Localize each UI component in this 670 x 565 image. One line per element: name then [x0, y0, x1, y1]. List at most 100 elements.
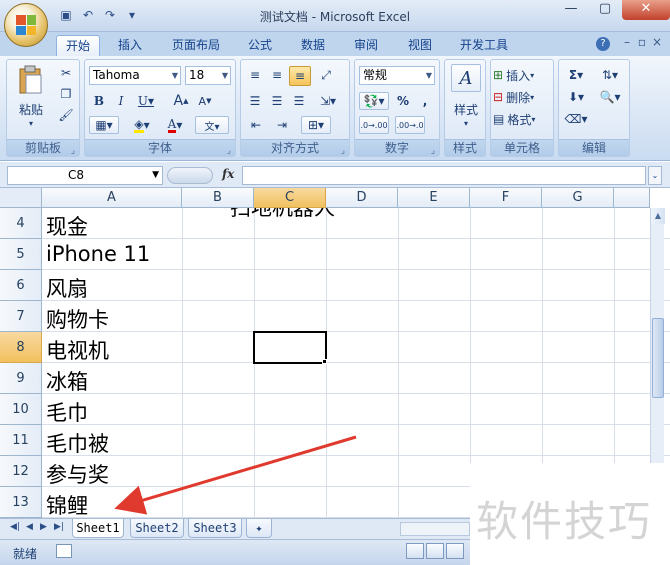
- font-name-combo[interactable]: Tahoma ▼: [89, 66, 181, 85]
- row-header-7[interactable]: 7: [0, 301, 42, 332]
- maximize-button[interactable]: ▢: [588, 0, 622, 20]
- column-header-h-partial[interactable]: [614, 188, 650, 208]
- tab-review[interactable]: 审阅: [348, 35, 384, 56]
- fill-handle[interactable]: [322, 359, 327, 364]
- cut-icon[interactable]: ✂: [57, 64, 75, 82]
- styles-dropdown-icon[interactable]: ▾: [459, 118, 473, 128]
- comma-icon[interactable]: ,: [415, 92, 435, 110]
- align-bottom-icon[interactable]: ≡: [289, 66, 311, 86]
- row-header-9[interactable]: 9: [0, 363, 42, 394]
- cell-a12[interactable]: 参与奖: [46, 459, 109, 489]
- sheet-tab-sheet3[interactable]: Sheet3: [188, 519, 242, 538]
- column-header-a[interactable]: A: [42, 188, 182, 208]
- ribbon-restore-icon[interactable]: ▫: [638, 35, 646, 49]
- sheet-tab-sheet1[interactable]: Sheet1: [72, 519, 124, 538]
- tab-page-layout[interactable]: 页面布局: [166, 35, 226, 56]
- select-all-button[interactable]: [0, 188, 42, 208]
- page-break-view-icon[interactable]: [446, 543, 464, 559]
- row-header-4[interactable]: 4: [0, 208, 42, 239]
- close-button[interactable]: ✕: [622, 0, 670, 20]
- row-header-12[interactable]: 12: [0, 456, 42, 487]
- clear-icon[interactable]: ⌫▾: [563, 110, 589, 128]
- row-header-6[interactable]: 6: [0, 270, 42, 301]
- copy-icon[interactable]: ❐: [57, 85, 75, 103]
- orientation-icon[interactable]: ⤢: [315, 66, 337, 84]
- first-sheet-icon[interactable]: ◀|: [10, 522, 20, 532]
- italic-icon[interactable]: I: [113, 92, 129, 110]
- tab-formulas[interactable]: 公式: [242, 35, 278, 56]
- insert-sheet-icon[interactable]: ✦: [246, 519, 272, 538]
- styles-icon[interactable]: A: [451, 64, 481, 92]
- bold-icon[interactable]: B: [91, 92, 107, 110]
- cell-a6[interactable]: 风扇: [46, 273, 88, 303]
- increase-decimal-icon[interactable]: .0→.00: [359, 116, 389, 134]
- minimize-button[interactable]: —: [554, 0, 588, 20]
- paste-icon[interactable]: [15, 64, 47, 96]
- row-header-10[interactable]: 10: [0, 394, 42, 425]
- scroll-up-icon[interactable]: ▲: [651, 208, 665, 224]
- sheet-tab-sheet2[interactable]: Sheet2: [130, 519, 184, 538]
- increase-indent-icon[interactable]: ⇥: [271, 116, 293, 134]
- help-icon[interactable]: ?: [596, 37, 610, 51]
- insert-function-icon[interactable]: fx: [222, 167, 234, 181]
- column-header-g[interactable]: G: [542, 188, 614, 208]
- number-format-combo[interactable]: 常规 ▼: [359, 66, 435, 85]
- align-center-icon[interactable]: ☰: [267, 92, 287, 110]
- tab-data[interactable]: 数据: [295, 35, 331, 56]
- font-size-combo[interactable]: 18 ▼: [185, 66, 231, 85]
- percent-icon[interactable]: %: [393, 92, 413, 110]
- tab-insert[interactable]: 插入: [110, 35, 150, 56]
- name-box[interactable]: C8 ▼: [7, 166, 163, 185]
- cell-a8[interactable]: 电视机: [46, 335, 109, 365]
- cell-a10[interactable]: 毛巾: [46, 397, 88, 427]
- column-header-f[interactable]: F: [470, 188, 542, 208]
- cell-a5[interactable]: iPhone 11: [46, 242, 150, 266]
- dialog-launcher-icon[interactable]: ⌟: [341, 143, 345, 160]
- align-right-icon[interactable]: ☰: [289, 92, 309, 110]
- row-header-13[interactable]: 13: [0, 487, 42, 518]
- fill-color-icon[interactable]: ◈ ▾: [127, 116, 157, 134]
- dialog-launcher-icon[interactable]: ⌟: [431, 143, 435, 160]
- insert-cells-button[interactable]: ⊞ 插入 ▾: [493, 66, 551, 84]
- tab-developer[interactable]: 开发工具: [454, 35, 514, 56]
- decrease-indent-icon[interactable]: ⇤: [245, 116, 267, 134]
- normal-view-icon[interactable]: [406, 543, 424, 559]
- dialog-launcher-icon[interactable]: ⌟: [71, 143, 75, 160]
- paste-dropdown-icon[interactable]: ▾: [23, 118, 39, 128]
- horizontal-scrollbar[interactable]: [400, 522, 470, 536]
- wrap-text-icon[interactable]: ⇲▾: [313, 92, 343, 110]
- column-header-c[interactable]: C: [254, 188, 326, 208]
- cell-a13[interactable]: 锦鲤: [46, 490, 88, 518]
- borders-icon[interactable]: ▦▾: [89, 116, 119, 134]
- phonetic-icon[interactable]: 文▾: [195, 116, 229, 134]
- decrease-decimal-icon[interactable]: .00→.0: [395, 116, 425, 134]
- format-painter-icon[interactable]: 🖌: [57, 106, 75, 124]
- formula-input[interactable]: [242, 166, 646, 185]
- tab-home[interactable]: 开始: [56, 35, 100, 56]
- row-header-11[interactable]: 11: [0, 425, 42, 456]
- merge-center-icon[interactable]: ⊞▾: [301, 116, 331, 134]
- column-header-e[interactable]: E: [398, 188, 470, 208]
- expand-formula-icon[interactable]: ⌄: [648, 166, 662, 185]
- office-button[interactable]: [4, 3, 48, 47]
- decrease-font-icon[interactable]: A ▼: [195, 92, 215, 110]
- last-sheet-icon[interactable]: ▶|: [54, 522, 64, 532]
- font-color-icon[interactable]: A ▾: [161, 116, 189, 134]
- dialog-launcher-icon[interactable]: ⌟: [227, 143, 231, 160]
- row-header-5[interactable]: 5: [0, 239, 42, 270]
- prev-sheet-icon[interactable]: ◀: [26, 522, 33, 532]
- fill-icon[interactable]: ⬇▾: [563, 88, 589, 106]
- delete-cells-button[interactable]: ⊟ 删除 ▾: [493, 88, 551, 106]
- row-header-8[interactable]: 8: [0, 332, 42, 363]
- currency-icon[interactable]: 💱▾: [359, 92, 389, 110]
- sort-filter-icon[interactable]: ⇅▾: [595, 66, 625, 84]
- active-cell-c8[interactable]: [253, 331, 327, 364]
- underline-icon[interactable]: U▾: [135, 92, 157, 110]
- ribbon-close-icon[interactable]: ×: [652, 35, 662, 49]
- page-layout-view-icon[interactable]: [426, 543, 444, 559]
- tab-view[interactable]: 视图: [402, 35, 438, 56]
- autosum-icon[interactable]: Σ▾: [563, 66, 589, 84]
- format-cells-button[interactable]: ▤ 格式 ▾: [493, 110, 551, 128]
- align-middle-icon[interactable]: ≡: [267, 66, 287, 84]
- ribbon-minimize-icon[interactable]: –: [624, 35, 630, 49]
